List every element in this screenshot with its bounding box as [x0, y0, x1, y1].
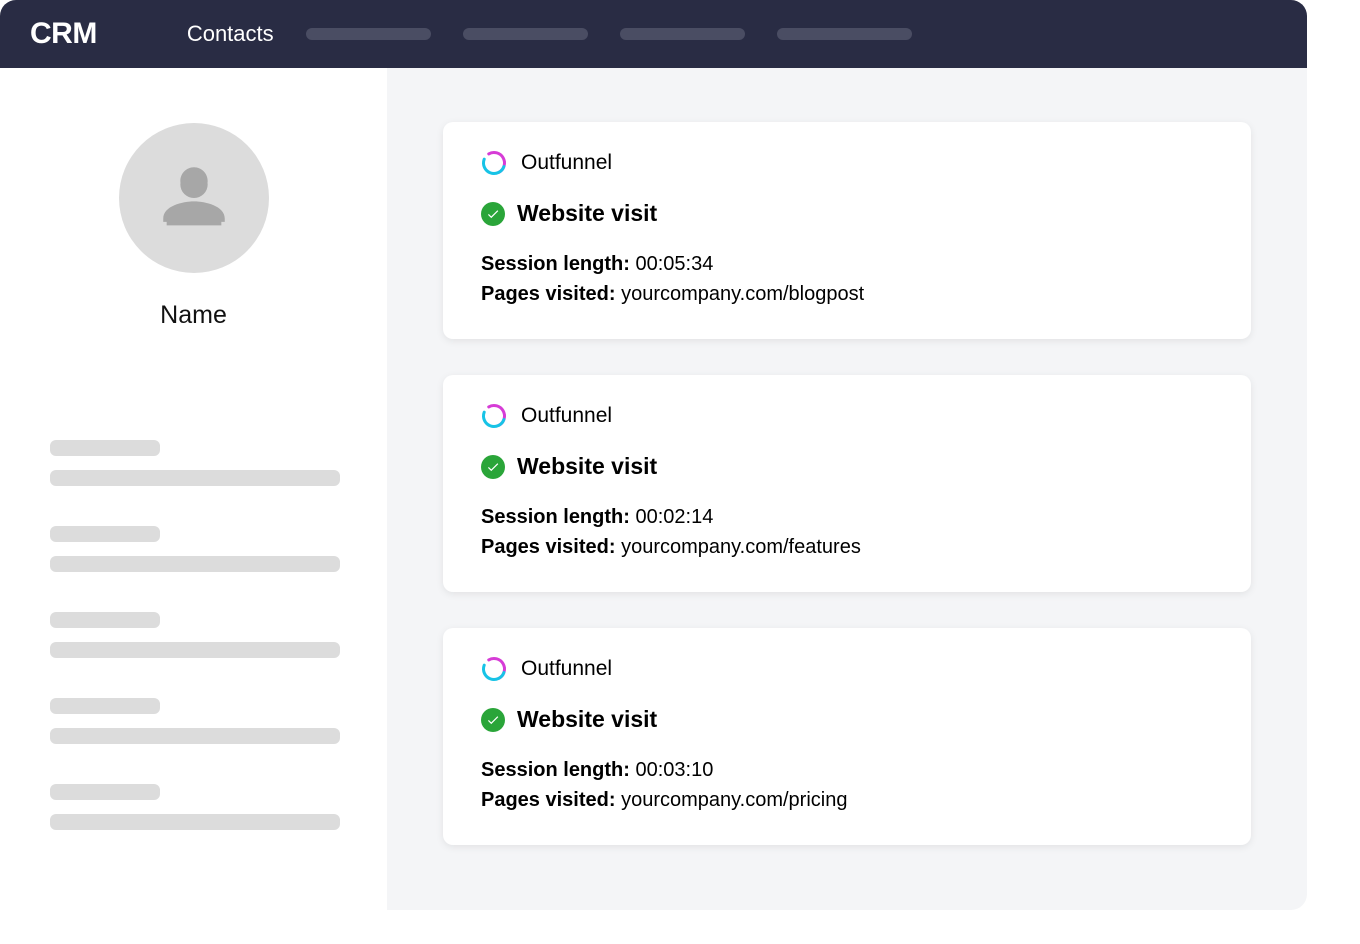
source-name: Outfunnel — [521, 657, 612, 681]
field-value-placeholder — [50, 642, 340, 658]
field-label-placeholder — [50, 440, 160, 456]
event-row: Website visit — [481, 706, 1213, 733]
session-length-label: Session length: — [481, 253, 630, 275]
field-label-placeholder — [50, 526, 160, 542]
contact-name: Name — [160, 301, 227, 330]
activity-card: Outfunnel Website visit Session length: … — [443, 375, 1251, 592]
field-value-placeholder — [50, 814, 340, 830]
field-label-placeholder — [50, 784, 160, 800]
pages-visited-value: yourcompany.com/blogpost — [621, 283, 864, 305]
outfunnel-icon — [481, 403, 507, 429]
topbar: CRM Contacts — [0, 0, 1307, 68]
outfunnel-icon — [481, 656, 507, 682]
check-icon — [481, 455, 505, 479]
field-value-placeholder — [50, 556, 340, 572]
contact-field — [50, 526, 337, 572]
nav-item-contacts[interactable]: Contacts — [187, 21, 274, 47]
pages-visited-line: Pages visited: yourcompany.com/features — [481, 532, 1213, 562]
session-length-line: Session length: 00:02:14 — [481, 502, 1213, 532]
contact-sidebar: Name — [0, 68, 387, 910]
field-value-placeholder — [50, 728, 340, 744]
session-length-value: 00:03:10 — [635, 759, 713, 781]
session-length-label: Session length: — [481, 506, 630, 528]
source-name: Outfunnel — [521, 151, 612, 175]
pages-visited-label: Pages visited: — [481, 536, 616, 558]
field-label-placeholder — [50, 612, 160, 628]
pages-visited-label: Pages visited: — [481, 283, 616, 305]
check-icon — [481, 202, 505, 226]
session-length-line: Session length: 00:03:10 — [481, 755, 1213, 785]
nav-item-placeholder[interactable] — [306, 28, 431, 40]
contact-field — [50, 440, 337, 486]
pages-visited-line: Pages visited: yourcompany.com/pricing — [481, 785, 1213, 815]
contact-field — [50, 784, 337, 830]
body: Name — [0, 68, 1307, 910]
event-title: Website visit — [517, 453, 657, 480]
app-window: CRM Contacts Name — [0, 0, 1307, 910]
session-length-line: Session length: 00:05:34 — [481, 249, 1213, 279]
event-title: Website visit — [517, 200, 657, 227]
card-header: Outfunnel — [481, 150, 1213, 176]
event-row: Website visit — [481, 200, 1213, 227]
activity-card: Outfunnel Website visit Session length: … — [443, 122, 1251, 339]
field-label-placeholder — [50, 698, 160, 714]
field-value-placeholder — [50, 470, 340, 486]
contact-avatar — [119, 123, 269, 273]
top-nav: Contacts — [187, 21, 912, 47]
check-icon — [481, 708, 505, 732]
nav-item-placeholder[interactable] — [463, 28, 588, 40]
event-row: Website visit — [481, 453, 1213, 480]
nav-item-placeholder[interactable] — [620, 28, 745, 40]
pages-visited-value: yourcompany.com/features — [621, 536, 861, 558]
pages-visited-value: yourcompany.com/pricing — [621, 789, 847, 811]
session-length-value: 00:02:14 — [635, 506, 713, 528]
activity-card: Outfunnel Website visit Session length: … — [443, 628, 1251, 845]
app-logo: CRM — [30, 17, 97, 51]
pages-visited-line: Pages visited: yourcompany.com/blogpost — [481, 279, 1213, 309]
pages-visited-label: Pages visited: — [481, 789, 616, 811]
event-title: Website visit — [517, 706, 657, 733]
card-header: Outfunnel — [481, 656, 1213, 682]
contact-field — [50, 698, 337, 744]
session-length-value: 00:05:34 — [635, 253, 713, 275]
outfunnel-icon — [481, 150, 507, 176]
nav-item-placeholder[interactable] — [777, 28, 912, 40]
person-icon — [153, 157, 235, 239]
contact-field — [50, 612, 337, 658]
session-length-label: Session length: — [481, 759, 630, 781]
card-header: Outfunnel — [481, 403, 1213, 429]
source-name: Outfunnel — [521, 404, 612, 428]
activity-feed: Outfunnel Website visit Session length: … — [387, 68, 1307, 910]
